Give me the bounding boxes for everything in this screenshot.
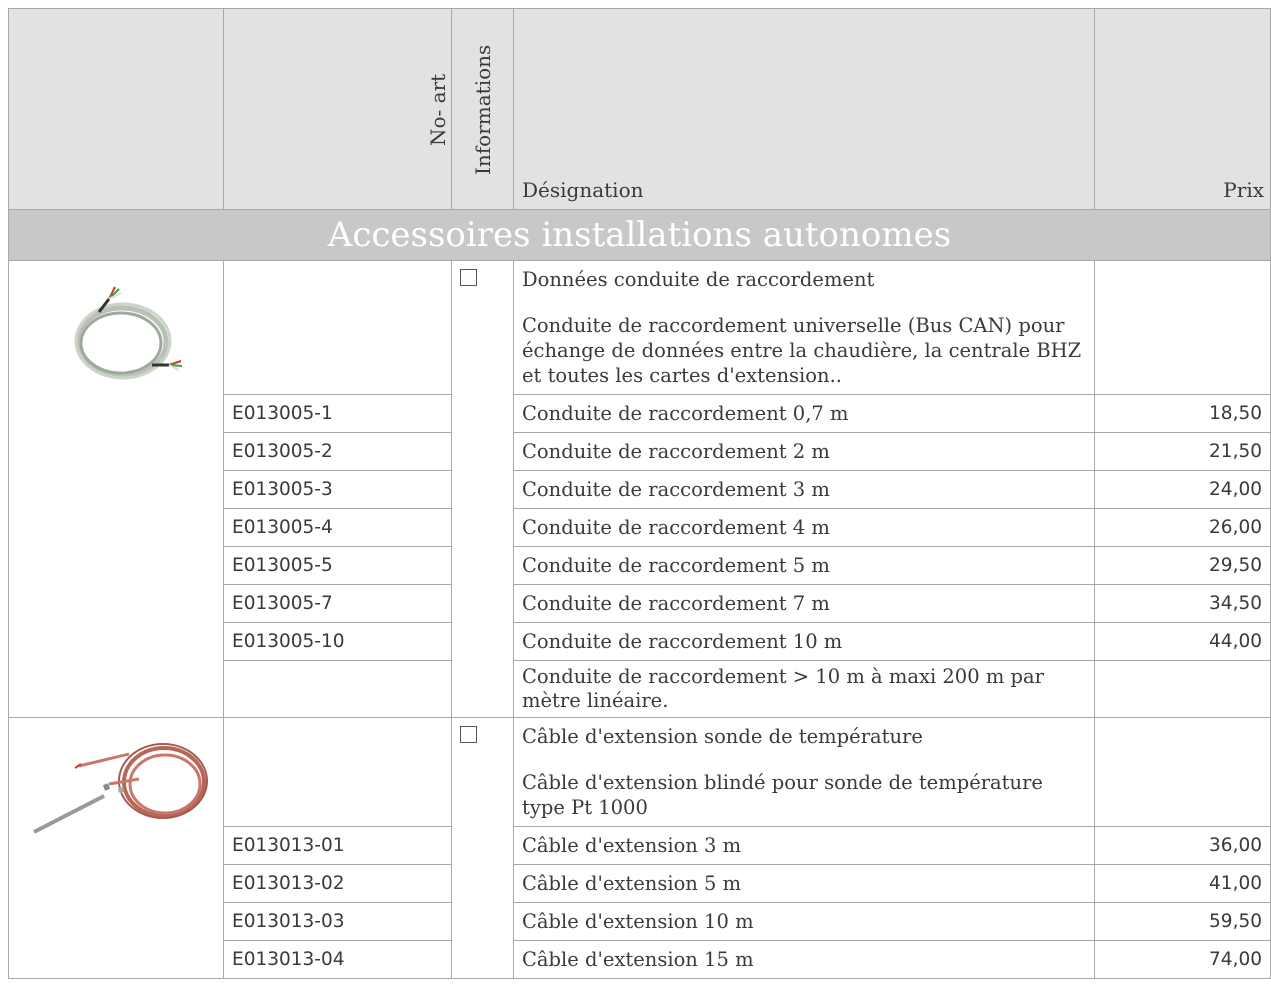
group1-header-row: Données conduite de raccordement Conduit… <box>8 260 1271 718</box>
header-noart: No- art <box>223 8 452 210</box>
info-checkbox[interactable] <box>460 726 477 743</box>
group1-extra-art-empty <box>223 660 452 718</box>
group1-description: Données conduite de raccordement Conduit… <box>513 260 1095 395</box>
group1-info-cell <box>451 260 514 718</box>
group2-header-row: Câble d'extension sonde de température C… <box>8 717 1271 979</box>
group2-description: Câble d'extension sonde de température C… <box>513 717 1095 827</box>
header-image <box>8 8 224 210</box>
coiled-grey-cable-image <box>74 286 183 380</box>
group1-art-empty <box>223 260 452 395</box>
section-row: Accessoires installations autonomes <box>8 209 1271 261</box>
section-title: Accessoires installations autonomes <box>8 209 1271 261</box>
temperature-sensor-cable-image <box>33 743 208 834</box>
header-info: Informations <box>451 8 514 210</box>
group1-price-empty <box>1094 260 1271 395</box>
group2-image-cell <box>8 717 224 979</box>
group2-art-empty <box>223 717 452 827</box>
group2-price-empty <box>1094 717 1271 827</box>
group1-image-cell <box>8 260 224 718</box>
header-prix: Prix <box>1094 8 1271 210</box>
group1-extra-text: Conduite de raccordement > 10 m à maxi 2… <box>513 660 1095 718</box>
info-checkbox[interactable] <box>460 269 477 286</box>
price-table: No- art Informations Désignation Prix Ac… <box>8 8 1271 979</box>
group1-extra-price-empty <box>1094 660 1271 718</box>
header-designation: Désignation <box>513 8 1095 210</box>
header-row: No- art Informations Désignation Prix <box>8 8 1271 210</box>
group2-info-cell <box>451 717 514 979</box>
